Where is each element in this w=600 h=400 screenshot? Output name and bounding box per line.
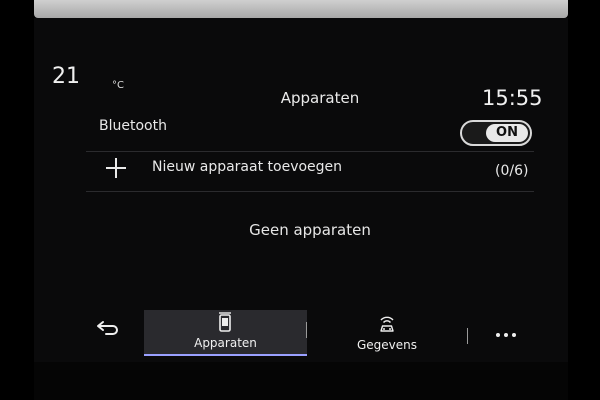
tab-label: Apparaten [194, 336, 257, 350]
device-count: (0/6) [495, 163, 529, 179]
nav-separator [306, 322, 307, 338]
back-arrow-icon[interactable] [96, 320, 120, 336]
bezel-bottom [34, 362, 568, 400]
toggle-state: ON [486, 124, 528, 142]
add-device-label: Nieuw apparaat toevoegen [152, 159, 343, 175]
bezel-top [34, 0, 568, 18]
bluetooth-label: Bluetooth [99, 118, 167, 134]
temperature-unit: °C [112, 80, 124, 91]
tab-gegevens[interactable]: Gegevens [332, 312, 442, 356]
phone-device-icon [219, 312, 231, 332]
tab-apparaten[interactable]: Apparaten [144, 310, 307, 356]
tab-label: Gegevens [356, 338, 418, 352]
more-dots-icon[interactable] [494, 333, 518, 339]
divider [86, 151, 534, 152]
divider [86, 191, 534, 192]
active-indicator [144, 354, 307, 356]
connected-car-icon [380, 316, 394, 332]
bluetooth-toggle[interactable]: ON [460, 120, 532, 146]
empty-message: Geen apparaten [249, 221, 371, 239]
page-title: Apparaten [280, 89, 360, 107]
nav-separator [467, 328, 468, 344]
plus-icon [104, 156, 128, 180]
clock: 15:55 [482, 86, 543, 110]
temperature: 21 [52, 64, 80, 89]
